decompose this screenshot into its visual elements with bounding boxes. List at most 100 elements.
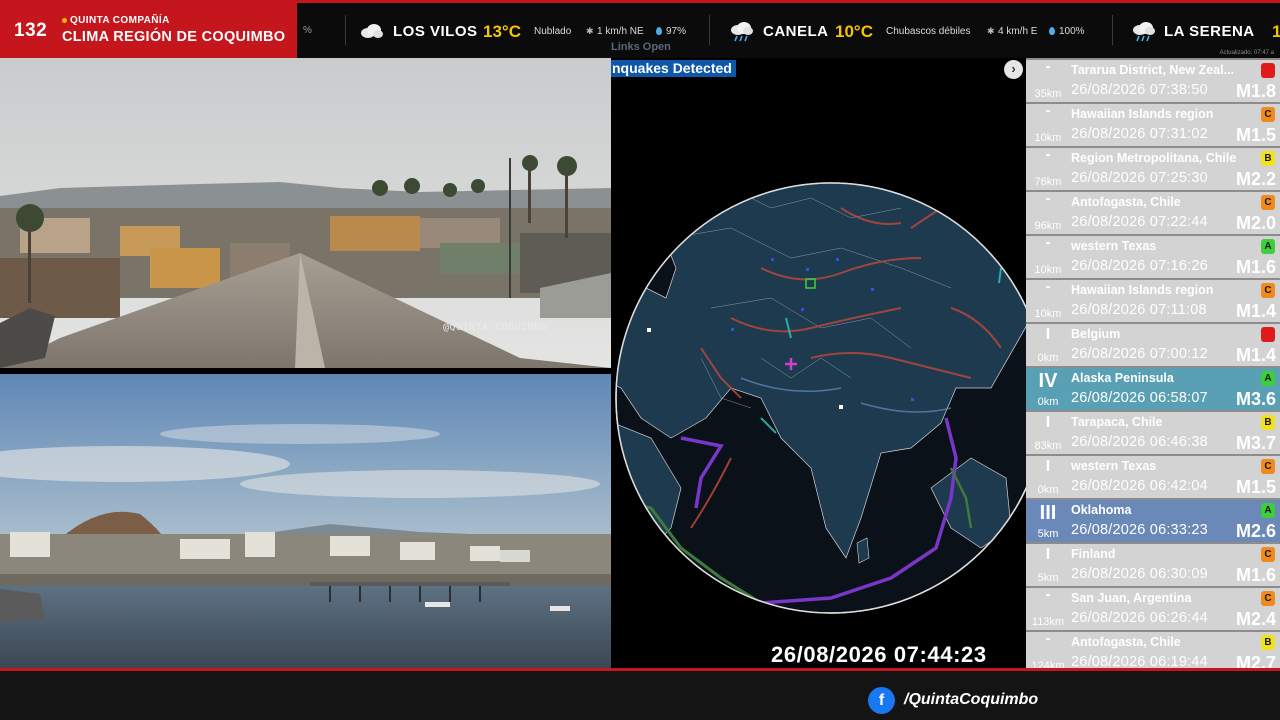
quake-row[interactable]: IV 0km Alaska Peninsula 26/08/2026 06:58:07… [1026,368,1280,410]
quake-intensity: I [1045,326,1051,343]
quake-time: 26/08/2026 07:38:50 [1071,82,1208,98]
quake-intensity: - [1045,236,1051,251]
quake-time: 26/08/2026 06:26:44 [1071,610,1208,626]
quake-place: western Texas [1071,239,1157,253]
quake-depth: 5km [1037,572,1059,584]
camera-feed-bottom [0,374,611,670]
ticker-humidity-text: 97% [666,26,687,37]
quake-intensity: - [1045,632,1051,647]
quake-time: 26/08/2026 07:16:26 [1071,258,1208,274]
quake-intensity: IV [1038,370,1058,392]
quake-row[interactable]: I 5km Finland 26/08/2026 06:30:09 M1.6 C [1026,544,1280,586]
quake-place: Belgium [1071,327,1121,341]
quake-magnitude: M3.7 [1235,433,1276,453]
quake-row[interactable]: III 5km Oklahoma 26/08/2026 06:33:23 M2.6 A [1026,500,1280,542]
quake-depth: 10km [1034,308,1062,320]
quake-place: Tarapaca, Chile [1071,415,1163,429]
quake-place: Oklahoma [1071,503,1132,517]
quake-alert-badge: A [1261,503,1275,518]
quake-intensity: - [1045,280,1051,295]
ticker-separator [709,15,710,45]
quake-magnitude: M2.6 [1235,521,1276,541]
ticker-updated: Actualizado: 07:47 a [1219,50,1274,56]
ticker-humidity: 97% [656,26,686,37]
earthquake-list: - 35km Tararua District, New Zeal... 26/08/… [1026,58,1280,674]
map-clock: 26/08/2026 07:44:23 [771,642,987,667]
quake-intensity: - [1045,104,1051,119]
bottom-bar: f /QuintaCoquimbo [0,671,1280,720]
quake-row[interactable]: I 83km Tarapaca, Chile 26/08/2026 06:46:38 M… [1026,412,1280,454]
quake-intensity: - [1045,192,1051,207]
globe-map[interactable] [611,58,1026,670]
camera-feed-top: @QUINTA_COQUIMBO [0,58,611,368]
quake-place: western Texas [1071,459,1157,473]
channel-number: 132 [14,20,48,41]
quake-alert-badge: C [1261,283,1275,298]
quake-depth: 113km [1031,616,1065,628]
ticker-city: LA SERENA [1164,23,1255,40]
ticker-separator [345,15,346,45]
quake-row[interactable]: I 0km Belgium 26/08/2026 07:00:12 M1.4 [1026,324,1280,366]
quake-row[interactable]: - 76km Region Metropolitana, Chile 26/08/20… [1026,148,1280,190]
quake-place: Alaska Peninsula [1071,371,1174,385]
quake-magnitude: M2.0 [1235,213,1276,233]
quake-magnitude: M1.5 [1235,477,1276,497]
facebook-icon[interactable]: f [868,687,895,714]
brand-subtitle: QUINTA COMPAÑÍA [62,15,170,26]
quake-row[interactable]: - 96km Antofagasta, Chile 26/08/2026 07:22:… [1026,192,1280,234]
quake-time: 26/08/2026 07:31:02 [1071,126,1208,142]
quake-depth: 10km [1034,264,1062,276]
wind-icon: ✱ [987,26,995,36]
quake-depth: 5km [1037,528,1059,540]
next-arrow-icon[interactable]: › [1004,60,1023,79]
social-handle[interactable]: /QuintaCoquimbo [904,691,1038,709]
quake-alert-badge: A [1261,239,1275,254]
quake-magnitude: M1.4 [1235,301,1276,321]
camera-image-harbor [0,374,611,670]
quake-time: 26/08/2026 06:46:38 [1071,434,1208,450]
quake-magnitude: M1.5 [1235,125,1276,145]
ticker-temp: 10°C [835,22,873,41]
quake-row[interactable]: - 10km Hawaiian Islands region 26/08/2026 0… [1026,104,1280,146]
ticker-separator [1112,15,1113,45]
top-accent-line [0,0,1280,3]
quake-magnitude: M1.8 [1235,81,1276,101]
quake-alert-badge [1261,63,1275,78]
quake-row[interactable]: I 0km western Texas 26/08/2026 06:42:04 M1.5… [1026,456,1280,498]
quake-magnitude: M1.4 [1235,345,1276,365]
cloud-icon [361,24,383,38]
quake-magnitude: M2.4 [1235,609,1276,629]
ticker-humidity-text: 100% [1059,26,1085,37]
quake-intensity: - [1045,588,1051,603]
quake-intensity: I [1045,414,1051,431]
quake-time: 26/08/2026 07:25:30 [1071,170,1208,186]
quake-magnitude: M1.6 [1235,257,1276,277]
quake-place: Hawaiian Islands region [1071,107,1214,121]
quake-place: Tararua District, New Zeal... [1071,63,1235,77]
map-links[interactable]: Links Open [611,41,671,53]
quake-place: Region Metropolitana, Chile [1071,151,1237,165]
bullet-icon [62,17,67,23]
quake-alert-badge: C [1261,107,1275,122]
ticker-city: CANELA [763,23,829,40]
quake-row[interactable]: - 10km western Texas 26/08/2026 07:16:26 M1.… [1026,236,1280,278]
quake-alert-badge: C [1261,195,1275,210]
quake-alert-badge: A [1261,371,1275,386]
brand-title: CLIMA REGIÓN DE COQUIMBO [62,29,286,45]
quake-magnitude: M1.6 [1235,565,1276,585]
quake-depth: 10km [1034,132,1062,144]
quake-time: 26/08/2026 06:58:07 [1071,390,1208,406]
quake-alert-badge: C [1261,547,1275,562]
quake-row[interactable]: - 10km Hawaiian Islands region 26/08/2026 0… [1026,280,1280,322]
earthquake-map[interactable]: nquakes Detected › 26/08/2026 07:44:23 [611,58,1026,670]
quake-row[interactable]: - 35km Tararua District, New Zeal... 26/08/… [1026,60,1280,102]
ticker-wind-text: 1 km/h NE [597,26,644,37]
quake-depth: 35km [1034,88,1062,100]
quake-alert-badge: C [1261,591,1275,606]
ticker-temp: 13°C [483,22,521,41]
ticker-city: LOS VILOS [393,23,478,40]
ticker-condition: Nublado [534,26,572,37]
quake-row[interactable]: - 113km San Juan, Argentina 26/08/2026 06:2… [1026,588,1280,630]
quake-alert-badge: B [1261,415,1275,430]
ticker-temp: 12 [1272,22,1280,41]
